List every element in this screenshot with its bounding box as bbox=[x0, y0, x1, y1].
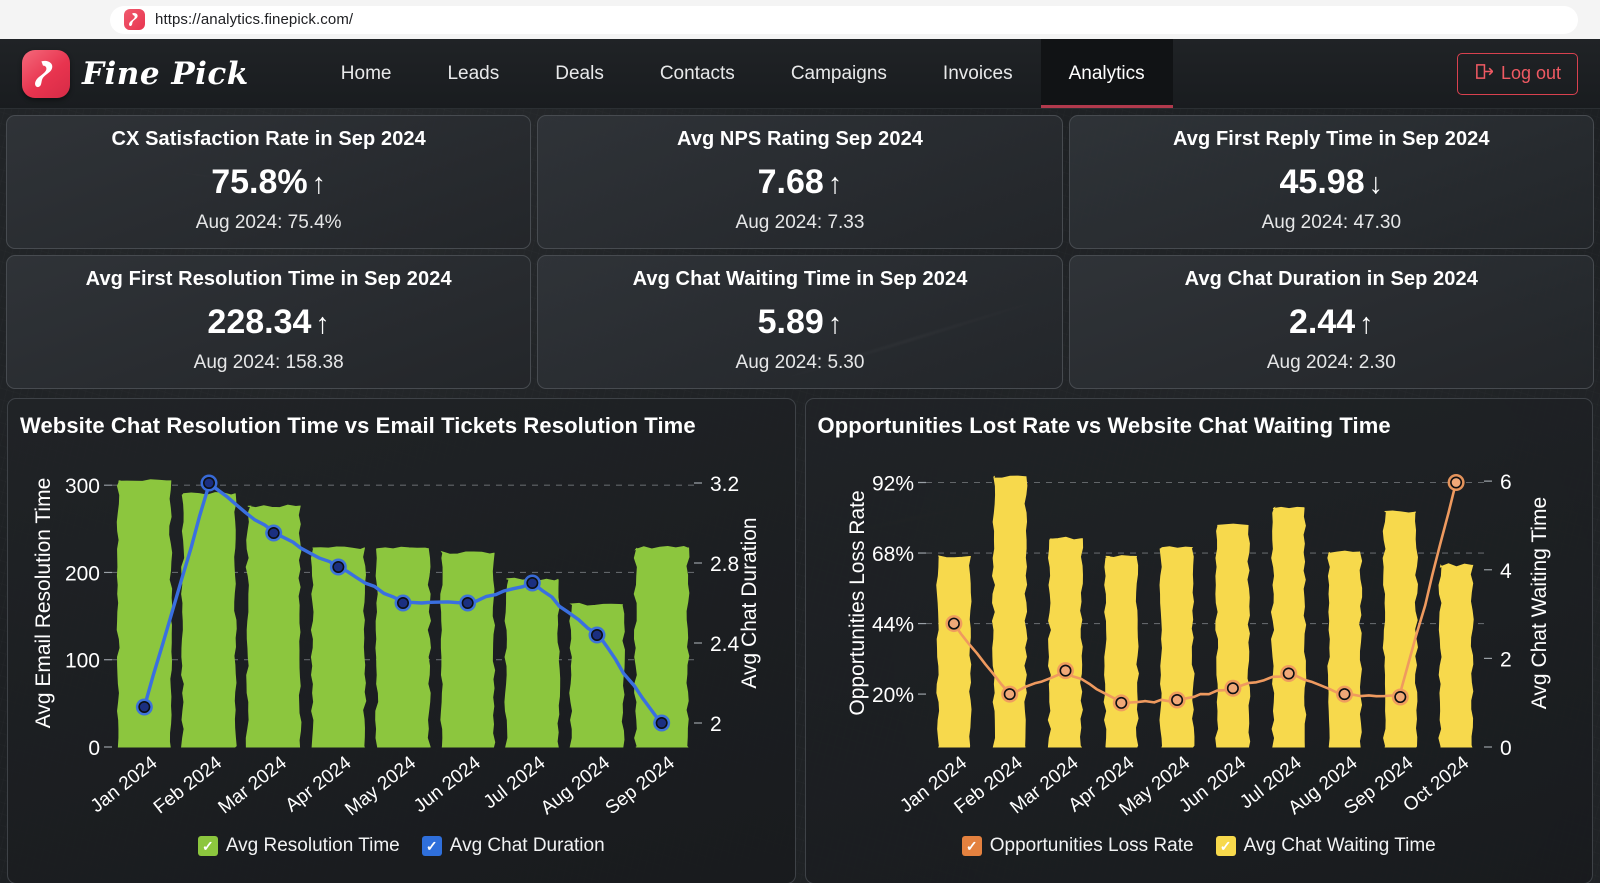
logout-label: Log out bbox=[1501, 63, 1561, 84]
svg-text:Mar 2024: Mar 2024 bbox=[215, 752, 292, 818]
kpi-number: 5.89 bbox=[758, 303, 824, 341]
svg-text:200: 200 bbox=[65, 562, 100, 585]
svg-text:2: 2 bbox=[1500, 648, 1512, 671]
kpi-title: Avg First Resolution Time in Sep 2024 bbox=[17, 268, 520, 291]
combo-chart-svg: 20% 44% 68% 92% 0 2 4 6 Opportunities Loss Rate A… bbox=[818, 441, 1578, 839]
nav-item-leads[interactable]: Leads bbox=[419, 39, 527, 108]
kpi-title: Avg NPS Rating Sep 2024 bbox=[548, 128, 1051, 151]
svg-text:Feb 2024: Feb 2024 bbox=[150, 752, 227, 818]
kpi-previous: Aug 2024: 5.30 bbox=[548, 352, 1051, 374]
chart-plot-area-right[interactable]: 20% 44% 68% 92% 0 2 4 6 Opportunities Loss Rate A… bbox=[818, 441, 1581, 839]
kpi-card-cx-satisfaction-rate[interactable]: CX Satisfaction Rate in Sep 2024 75.8%↑ … bbox=[6, 115, 531, 249]
nav-items: Home Leads Deals Contacts Campaigns Invo… bbox=[313, 39, 1173, 108]
kpi-value: 5.89↑ bbox=[548, 303, 1051, 342]
svg-text:Avg Email Resolution Time: Avg Email Resolution Time bbox=[32, 478, 55, 729]
svg-text:3.2: 3.2 bbox=[710, 473, 739, 496]
kpi-card-avg-first-reply-time[interactable]: Avg First Reply Time in Sep 2024 45.98↓ … bbox=[1069, 115, 1594, 249]
svg-text:100: 100 bbox=[65, 650, 100, 673]
kpi-title: CX Satisfaction Rate in Sep 2024 bbox=[17, 128, 520, 151]
legend-swatch-checked-icon: ✓ bbox=[422, 836, 442, 856]
address-bar[interactable]: https://analytics.finepick.com/ bbox=[110, 6, 1578, 34]
svg-text:92%: 92% bbox=[871, 473, 913, 496]
svg-text:4: 4 bbox=[1500, 560, 1512, 583]
trend-up-icon: ↑ bbox=[312, 168, 327, 200]
logout-icon bbox=[1474, 62, 1493, 86]
svg-text:Avg Chat Waiting Time: Avg Chat Waiting Time bbox=[1528, 497, 1551, 709]
kpi-previous: Aug 2024: 7.33 bbox=[548, 212, 1051, 234]
chart-plot-area-left[interactable]: 0 100 200 300 2 2.4 2.8 3.2 Avg Email Resolution… bbox=[20, 441, 783, 839]
svg-text:2.8: 2.8 bbox=[710, 553, 739, 576]
trend-down-icon: ↓ bbox=[1369, 168, 1384, 200]
kpi-number: 75.8% bbox=[211, 163, 307, 201]
trend-up-icon: ↑ bbox=[828, 308, 843, 340]
kpi-card-avg-chat-duration[interactable]: Avg Chat Duration in Sep 2024 2.44↑ Aug … bbox=[1069, 255, 1594, 389]
kpi-value: 45.98↓ bbox=[1080, 163, 1583, 202]
kpi-number: 45.98 bbox=[1280, 163, 1365, 201]
kpi-value: 7.68↑ bbox=[548, 163, 1051, 202]
kpi-card-avg-first-resolution-time[interactable]: Avg First Resolution Time in Sep 2024 22… bbox=[6, 255, 531, 389]
kpi-title: Avg Chat Waiting Time in Sep 2024 bbox=[548, 268, 1051, 291]
charts-row: Website Chat Resolution Time vs Email Ti… bbox=[0, 389, 1600, 883]
finepick-logo-icon bbox=[22, 50, 70, 98]
svg-text:68%: 68% bbox=[871, 543, 913, 566]
trend-up-icon: ↑ bbox=[315, 308, 330, 340]
svg-text:Jun 2024: Jun 2024 bbox=[410, 752, 485, 817]
nav-spacer bbox=[1173, 39, 1457, 108]
brand-name: Fine Pick bbox=[82, 56, 249, 92]
trend-up-icon: ↑ bbox=[828, 168, 843, 200]
chart-card-resolution-time: Website Chat Resolution Time vs Email Ti… bbox=[7, 398, 796, 883]
legend-swatch-checked-icon: ✓ bbox=[1216, 836, 1236, 856]
nav-item-campaigns[interactable]: Campaigns bbox=[763, 39, 915, 108]
nav-item-home[interactable]: Home bbox=[313, 39, 420, 108]
kpi-previous: Aug 2024: 75.4% bbox=[17, 212, 520, 234]
svg-text:44%: 44% bbox=[871, 614, 913, 637]
svg-text:Jan 2024: Jan 2024 bbox=[87, 752, 162, 817]
kpi-number: 2.44 bbox=[1289, 303, 1355, 341]
svg-text:2.4: 2.4 bbox=[710, 633, 740, 656]
kpi-title: Avg First Reply Time in Sep 2024 bbox=[1080, 128, 1583, 151]
chart-card-opportunities-lost: Opportunities Lost Rate vs Website Chat … bbox=[805, 398, 1594, 883]
kpi-card-avg-nps-rating[interactable]: Avg NPS Rating Sep 2024 7.68↑ Aug 2024: … bbox=[537, 115, 1062, 249]
nav-item-invoices[interactable]: Invoices bbox=[915, 39, 1041, 108]
kpi-number: 7.68 bbox=[758, 163, 824, 201]
svg-text:Aug 2024: Aug 2024 bbox=[537, 752, 614, 819]
nav-item-analytics[interactable]: Analytics bbox=[1041, 39, 1173, 108]
svg-text:Sep 2024: Sep 2024 bbox=[602, 752, 679, 819]
kpi-previous: Aug 2024: 2.30 bbox=[1080, 352, 1583, 374]
browser-chrome: https://analytics.finepick.com/ bbox=[0, 0, 1600, 39]
legend-swatch-checked-icon: ✓ bbox=[962, 836, 982, 856]
svg-text:Avg Chat Duration: Avg Chat Duration bbox=[738, 517, 761, 688]
kpi-number: 228.34 bbox=[207, 303, 311, 341]
chart-title: Website Chat Resolution Time vs Email Ti… bbox=[20, 413, 783, 439]
svg-text:20%: 20% bbox=[871, 684, 913, 707]
svg-text:0: 0 bbox=[88, 737, 100, 760]
logout-button[interactable]: Log out bbox=[1457, 53, 1578, 95]
app-viewport: Fine Pick Home Leads Deals Contacts Camp… bbox=[0, 39, 1600, 883]
kpi-title: Avg Chat Duration in Sep 2024 bbox=[1080, 268, 1583, 291]
nav-item-deals[interactable]: Deals bbox=[527, 39, 632, 108]
svg-text:May 2024: May 2024 bbox=[341, 752, 420, 820]
kpi-grid: CX Satisfaction Rate in Sep 2024 75.8%↑ … bbox=[0, 109, 1600, 389]
kpi-value: 228.34↑ bbox=[17, 303, 520, 342]
kpi-value: 2.44↑ bbox=[1080, 303, 1583, 342]
svg-text:0: 0 bbox=[1500, 737, 1512, 760]
kpi-card-avg-chat-waiting-time[interactable]: Avg Chat Waiting Time in Sep 2024 5.89↑ … bbox=[537, 255, 1062, 389]
finepick-logo-icon bbox=[124, 9, 145, 30]
nav-item-contacts[interactable]: Contacts bbox=[632, 39, 763, 108]
svg-text:6: 6 bbox=[1500, 471, 1512, 494]
kpi-previous: Aug 2024: 158.38 bbox=[17, 352, 520, 374]
kpi-value: 75.8%↑ bbox=[17, 163, 520, 202]
chart-title: Opportunities Lost Rate vs Website Chat … bbox=[818, 413, 1581, 439]
svg-text:300: 300 bbox=[65, 475, 100, 498]
top-navigation-bar: Fine Pick Home Leads Deals Contacts Camp… bbox=[0, 39, 1600, 109]
combo-chart-svg: 0 100 200 300 2 2.4 2.8 3.2 Avg Email Resolution… bbox=[20, 441, 780, 839]
legend-swatch-checked-icon: ✓ bbox=[198, 836, 218, 856]
svg-text:2: 2 bbox=[710, 713, 722, 736]
svg-text:Opportunities Loss Rate: Opportunities Loss Rate bbox=[846, 490, 869, 715]
trend-up-icon: ↑ bbox=[1359, 308, 1374, 340]
kpi-previous: Aug 2024: 47.30 bbox=[1080, 212, 1583, 234]
url-text: https://analytics.finepick.com/ bbox=[155, 11, 353, 28]
brand[interactable]: Fine Pick bbox=[0, 39, 271, 108]
